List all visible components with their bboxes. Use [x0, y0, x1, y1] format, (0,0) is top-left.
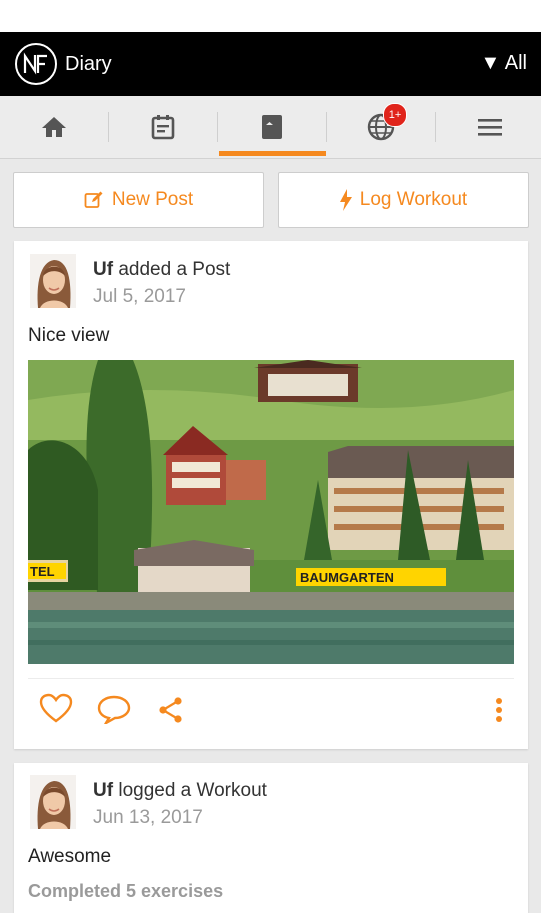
new-post-button[interactable]: New Post — [13, 172, 264, 228]
avatar[interactable] — [30, 775, 76, 829]
avatar[interactable] — [30, 254, 76, 308]
filter-dropdown[interactable]: ▼ All — [481, 52, 527, 75]
log-workout-label: Log Workout — [359, 189, 468, 210]
app-logo — [15, 43, 57, 85]
post-action: logged a Workout — [118, 780, 267, 801]
tab-bar: 1+ — [0, 96, 541, 159]
workout-summary: Completed 5 exercises — [28, 881, 224, 901]
post-text: Awesome — [28, 846, 112, 867]
divider — [28, 678, 514, 679]
post-date: Jul 5, 2017 — [93, 286, 186, 307]
log-workout-button[interactable]: Log Workout — [278, 172, 529, 228]
notification-badge: 1+ — [383, 103, 407, 127]
calendar-icon — [151, 115, 175, 140]
photo-sign-left: TEL — [30, 564, 55, 579]
workout-card: Uf logged a Workout Jun 13, 2017 Awesome… — [14, 763, 528, 913]
post-author-line: Uf logged a Workout — [93, 780, 267, 802]
post-author-line: Uf added a Post — [93, 259, 230, 281]
menu-icon — [478, 119, 502, 136]
post-text: Nice view — [28, 325, 110, 346]
book-icon — [262, 115, 282, 139]
more-options-icon[interactable] — [494, 697, 504, 723]
photo-sign-right: BAUMGARTEN — [300, 570, 394, 585]
post-photo[interactable]: TEL BAUMGARTEN — [28, 360, 514, 664]
home-icon — [42, 117, 66, 137]
new-post-label: New Post — [111, 189, 194, 210]
post-author[interactable]: Uf — [93, 259, 113, 280]
tab-home[interactable] — [0, 96, 108, 158]
post-date: Jun 13, 2017 — [93, 807, 203, 828]
comment-icon[interactable] — [97, 694, 131, 724]
edit-icon — [84, 191, 103, 208]
status-bar — [0, 0, 541, 32]
tab-diary[interactable] — [218, 96, 326, 158]
post-card: Uf added a Post Jul 5, 2017 Nice view TE… — [14, 241, 528, 749]
lightning-icon — [339, 189, 352, 211]
post-action: added a Post — [118, 259, 231, 280]
like-icon[interactable] — [39, 693, 73, 723]
post-author[interactable]: Uf — [93, 780, 113, 801]
tab-calendar[interactable] — [109, 96, 217, 158]
tab-community[interactable]: 1+ — [327, 96, 435, 158]
tab-menu[interactable] — [436, 96, 541, 158]
app-bar: Diary ▼ All — [0, 32, 541, 96]
app-title: Diary — [65, 53, 112, 75]
active-tab-indicator — [219, 151, 326, 156]
share-icon[interactable] — [158, 697, 184, 723]
